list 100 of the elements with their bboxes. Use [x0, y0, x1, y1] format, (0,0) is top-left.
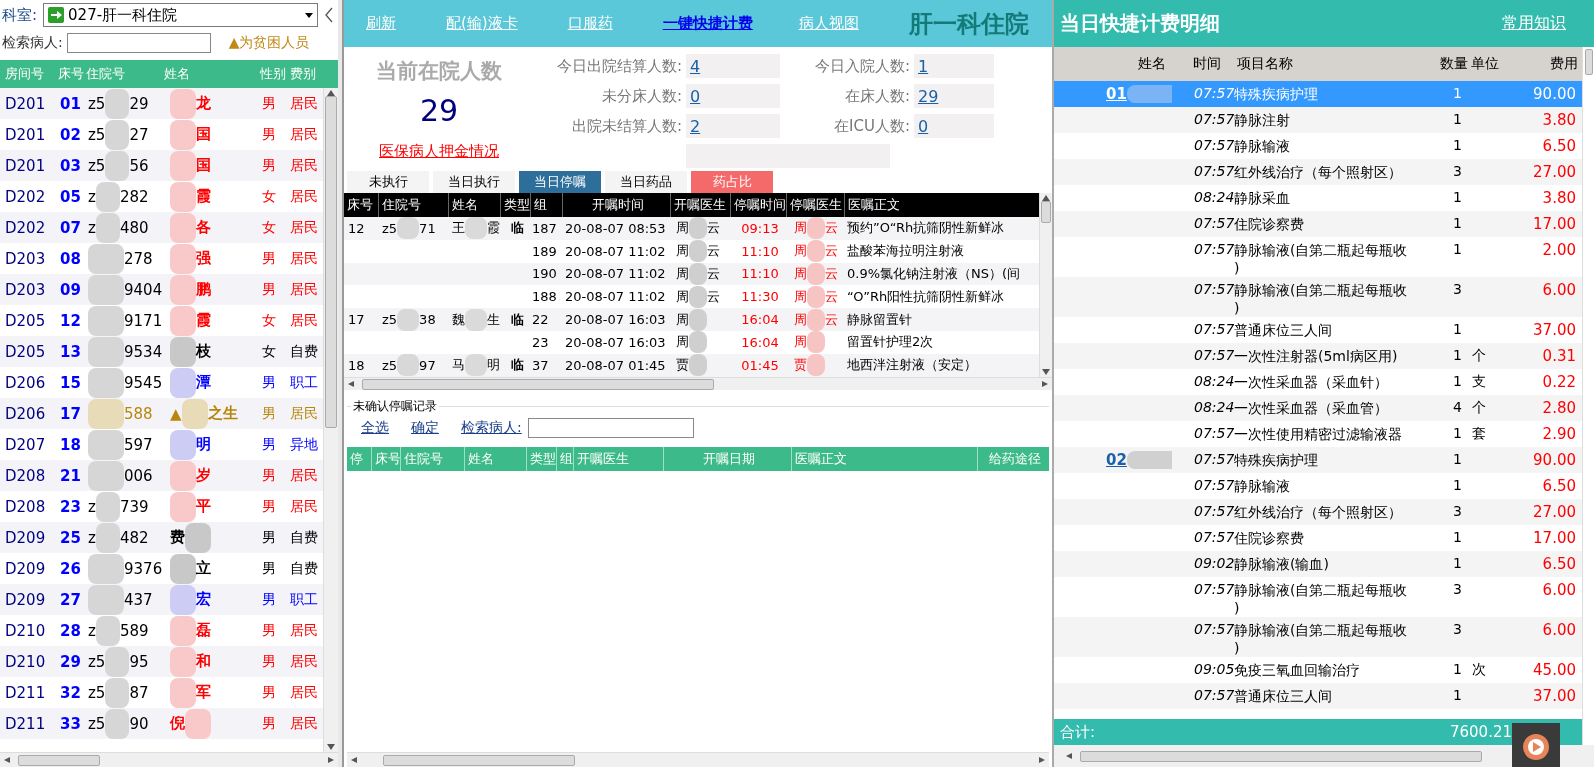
patient-row[interactable]: D202 07 z 480 各 女 居民 — [0, 212, 323, 243]
bed-number: 23 — [59, 497, 82, 516]
tab[interactable]: 未执行 — [347, 171, 429, 193]
order-row[interactable]: 12 z5 71 王 霞 临 187 20-08-07 08:53 周 云 09:13 周 云 预约”O“Rh抗筛阴性新鲜冰 — [344, 217, 1039, 240]
scroll-right-icon[interactable] — [326, 757, 334, 763]
stat-value-link[interactable]: 0 — [918, 116, 929, 136]
department-label: 科室: — [2, 5, 38, 25]
column-header[interactable]: 姓名 — [1054, 47, 1172, 81]
patient-row[interactable]: D211 33 z5 90 倪 男 居民 — [0, 708, 323, 739]
bed-number: 17 — [59, 404, 82, 423]
video-player-icon[interactable] — [1512, 723, 1560, 767]
order-row[interactable]: 17 z5 38 魏 生 临 22 20-08-07 16:03 周 16:04 周 云 静脉留置针 — [344, 308, 1039, 331]
tab[interactable]: 当日执行 — [433, 171, 515, 193]
patient-row[interactable]: D201 03 z5 56 国 男 居民 — [0, 150, 323, 181]
billing-row[interactable]: 07:57红外线治疗（每个照射区） 3 27.00 — [1054, 499, 1582, 525]
billing-row[interactable]: 07:57静脉输液(自第二瓶起每瓶收) 3 6.00 — [1054, 617, 1582, 657]
patient-row[interactable]: D209 27 437 宏 男 职工 — [0, 584, 323, 615]
column-header[interactable]: 项目名称 — [1234, 47, 1424, 81]
scroll-left-icon[interactable] — [351, 757, 359, 763]
column-header[interactable]: 床号 — [344, 193, 378, 217]
action-link[interactable]: 全选 — [361, 419, 389, 437]
column-header[interactable]: 数量 — [1424, 47, 1468, 81]
order-row[interactable]: 18 z5 97 马 明 临 37 20-08-07 01:45 贾 01:45 贾 地西泮注射液（安定） — [344, 353, 1039, 377]
patient-row[interactable]: D206 17 588 ▲ 之生 男 居民 — [0, 398, 323, 429]
charge-item: 普通床位三人间 — [1234, 687, 1333, 705]
horizontal-scrollbar[interactable] — [1054, 745, 1594, 767]
bed-number: 32 — [59, 683, 82, 702]
billing-row[interactable]: 07:57静脉注射 1 3.80 — [1054, 107, 1582, 133]
charge-item: 静脉输液(输血) — [1234, 555, 1330, 573]
vertical-scrollbar[interactable] — [1039, 193, 1052, 377]
column-header[interactable]: 时间 — [1190, 47, 1234, 81]
scroll-down-icon[interactable] — [327, 744, 335, 750]
privacy-blur — [170, 646, 196, 677]
scroll-thumb[interactable] — [383, 754, 575, 766]
billing-row[interactable]: 09:02静脉输液(输血) 1 6.50 — [1054, 551, 1582, 577]
patient-name: 明 — [487, 356, 500, 375]
patient-row[interactable]: D205 13 9534 枝 女 自费 — [0, 336, 323, 367]
tab[interactable]: 当日停嘱 — [519, 171, 601, 193]
patient-row[interactable]: D208 21 006 岁 男 居民 — [0, 460, 323, 491]
arrow-right-icon — [48, 7, 65, 23]
stat-value-link[interactable]: 2 — [690, 116, 701, 136]
patient-row[interactable]: D203 09 9404 鹏 男 居民 — [0, 274, 323, 305]
billing-row[interactable]: 02 07:57特殊疾病护理 1 90.00 — [1054, 447, 1582, 473]
fee-type: 职工 — [289, 373, 319, 392]
scroll-thumb[interactable] — [1080, 750, 1482, 762]
scroll-thumb[interactable] — [18, 754, 100, 766]
patient-row[interactable]: D201 01 z5 29 龙 男 居民 — [0, 88, 323, 119]
scroll-left-icon[interactable] — [4, 757, 12, 763]
unit: 次 — [1471, 661, 1487, 679]
department-dropdown[interactable]: 027-肝一科住院 — [43, 3, 318, 27]
scroll-left-icon[interactable] — [348, 381, 356, 387]
stat-value-link[interactable]: 1 — [918, 56, 929, 76]
scroll-left-icon[interactable] — [1066, 753, 1074, 759]
vertical-scrollbar[interactable] — [323, 88, 338, 752]
deposit-link[interactable]: 医保病人押金情况 — [379, 142, 499, 161]
billing-row[interactable]: 07:57一次性注射器(5ml病区用) 1 个 0.31 — [1054, 343, 1582, 369]
vertical-scrollbar[interactable] — [1582, 47, 1594, 745]
scroll-down-icon[interactable] — [1042, 369, 1050, 375]
stat-value-link[interactable]: 4 — [690, 56, 701, 76]
search-field[interactable] — [527, 418, 694, 438]
column-header[interactable]: 单位 — [1468, 47, 1508, 81]
billing-row[interactable]: 07:57普通床位三人间 1 37.00 — [1054, 683, 1582, 709]
quantity: 1 — [1452, 111, 1463, 127]
scroll-thumb[interactable] — [325, 96, 337, 428]
order-text: “O”Rh阳性抗筛阴性新鲜冰 — [846, 287, 1006, 306]
chevron-left-icon[interactable] — [324, 7, 334, 23]
toolbar-link[interactable]: 一键快捷计费 — [662, 14, 753, 33]
patient-name: 军 — [196, 683, 211, 702]
action-link[interactable]: 确定 — [411, 419, 439, 437]
scroll-right-icon[interactable] — [1040, 381, 1048, 387]
admission-number: 006 — [124, 466, 153, 485]
fee-type: 居民 — [289, 404, 319, 423]
tab[interactable]: 当日药品 — [605, 171, 687, 193]
billing-row[interactable]: 07:57住院诊察费 1 17.00 — [1054, 211, 1582, 237]
billing-row[interactable]: 07:57红外线治疗（每个照射区） 3 27.00 — [1054, 159, 1582, 185]
patient-row[interactable]: D210 29 z5 95 和 男 居民 — [0, 646, 323, 677]
scroll-thumb[interactable] — [362, 378, 714, 390]
privacy-blur — [170, 491, 196, 522]
privacy-blur — [1126, 451, 1172, 469]
patient-link[interactable]: 02 — [1106, 451, 1127, 469]
billing-row[interactable]: 07:57静脉输液(自第二瓶起每瓶收) 3 6.00 — [1054, 277, 1582, 317]
search-field[interactable] — [66, 33, 211, 53]
charge-time: 07:57 — [1193, 451, 1234, 467]
charge-item: 静脉输液(自第二瓶起每瓶收) — [1234, 621, 1408, 657]
privacy-blur — [1126, 85, 1172, 103]
horizontal-scrollbar[interactable] — [344, 377, 1052, 390]
privacy-blur — [689, 285, 707, 308]
horizontal-scrollbar[interactable] — [0, 752, 338, 767]
inpatient-count-label: 当前在院人数 — [376, 58, 502, 85]
scroll-thumb[interactable] — [1584, 49, 1593, 75]
horizontal-scrollbar[interactable] — [347, 752, 1049, 767]
billing-row[interactable]: 08:24一次性采血器（采血管） 4 个 2.80 — [1054, 395, 1582, 421]
stat-value-link[interactable]: 0 — [690, 86, 701, 106]
room-number: D211 — [4, 683, 47, 702]
order-row[interactable]: 190 20-08-07 11:02 周 云 11:10 周 云 0.9%氯化钠注射液（NS）(间 — [344, 262, 1039, 286]
scroll-right-icon[interactable] — [1037, 757, 1045, 763]
unit: 个 — [1471, 399, 1487, 417]
scroll-thumb[interactable] — [1041, 201, 1051, 223]
patient-row[interactable]: D209 25 z 482 费 男 自费 — [0, 522, 323, 553]
column-header[interactable]: 费用 — [1508, 47, 1582, 81]
